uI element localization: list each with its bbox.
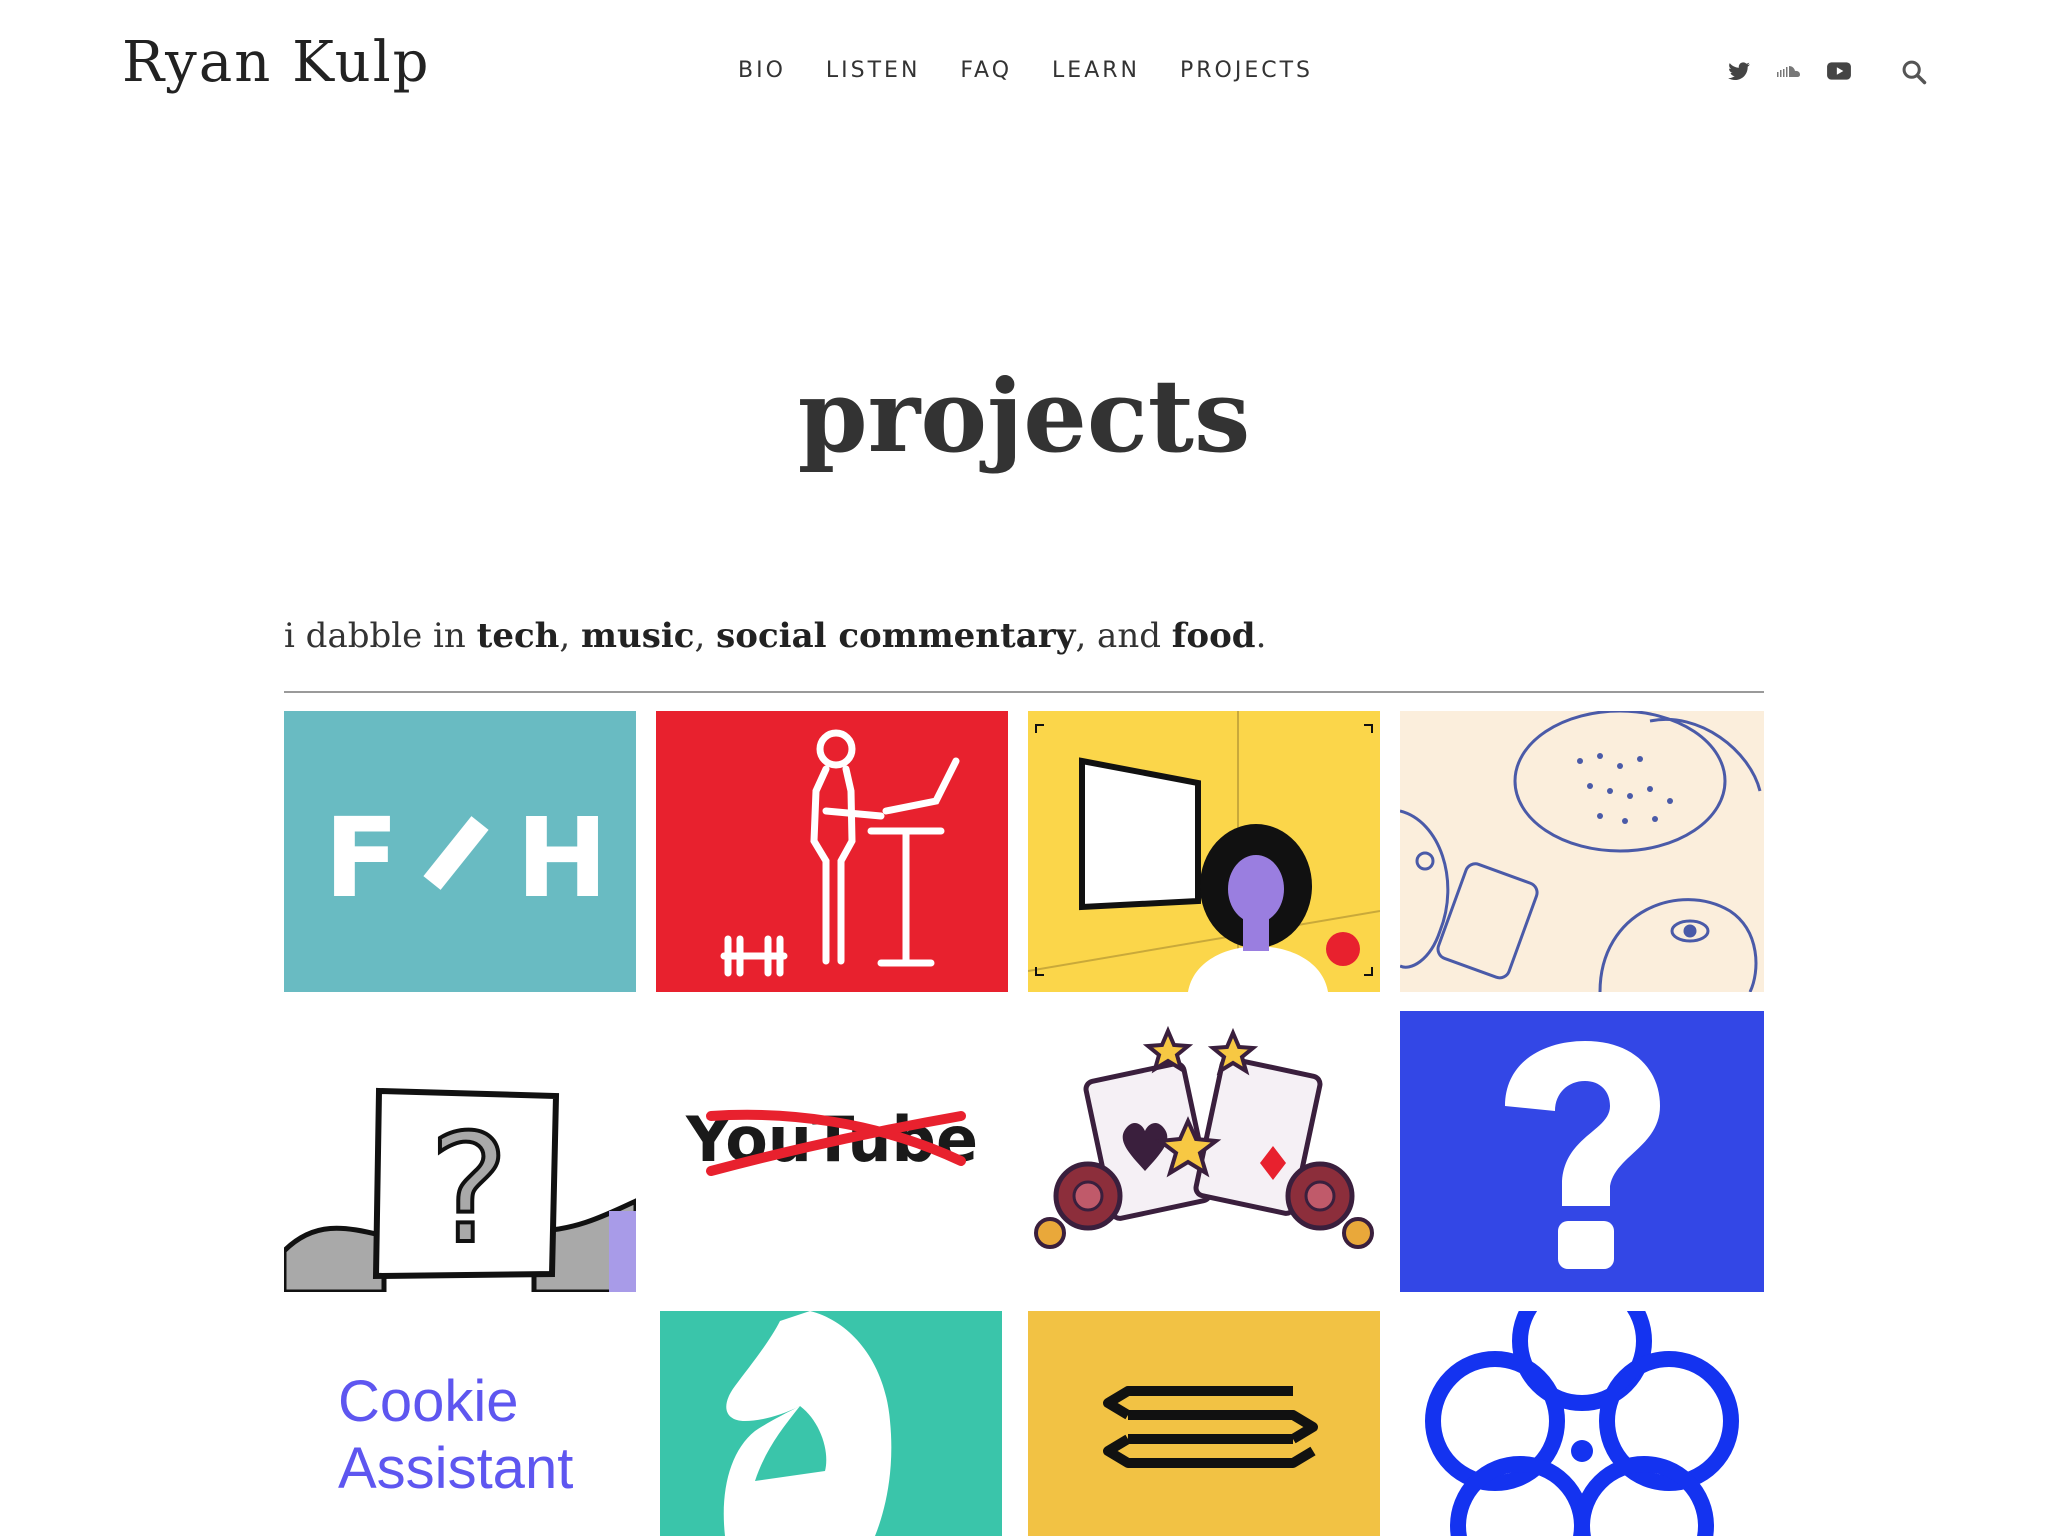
nav-item-faq[interactable]: FAQ: [960, 58, 1012, 83]
fh-logo-image: F H: [284, 711, 636, 992]
intro-suffix: .: [1255, 616, 1267, 656]
mystery-box-image: ?: [284, 1011, 636, 1292]
nav-item-listen[interactable]: LISTEN: [826, 58, 921, 83]
cookie-assistant-image: Cookie Assistant: [284, 1311, 636, 1536]
standing-desk-image: [656, 711, 1008, 992]
youtube-icon[interactable]: [1826, 58, 1852, 84]
twitter-icon[interactable]: [1726, 58, 1752, 84]
page-title: projects: [797, 357, 1251, 475]
blue-flower-image: [1400, 1311, 1764, 1536]
project-tile-illustration[interactable]: [1400, 711, 1764, 992]
project-tile-youtube[interactable]: YouTube: [656, 1011, 1008, 1292]
intro-item-food: food: [1171, 616, 1256, 656]
video-call-image: [1028, 711, 1380, 992]
project-tile-question-blue[interactable]: [1400, 1011, 1764, 1292]
intro-item-tech: tech: [476, 616, 560, 656]
intro-separator: ,: [559, 616, 582, 656]
intro-text: i dabble in tech, music, social commenta…: [284, 616, 1266, 656]
soundcloud-icon[interactable]: [1776, 58, 1802, 84]
youtube-crossed-image: YouTube: [656, 1011, 1008, 1292]
project-tile-cookie-assistant[interactable]: Cookie Assistant: [284, 1311, 636, 1536]
mustard-stripes-image: [1028, 1311, 1380, 1536]
project-tile-video-call[interactable]: [1028, 711, 1380, 992]
project-tile-standing-desk[interactable]: [656, 711, 1008, 992]
intro-separator: ,: [694, 616, 717, 656]
intro-prefix: i dabble in: [284, 616, 477, 656]
line-drawing-image: [1400, 711, 1764, 992]
project-tile-fh[interactable]: F H: [284, 711, 636, 992]
intro-item-music: music: [581, 616, 695, 656]
intro-separator: , and: [1075, 616, 1172, 656]
social-links: [1726, 58, 1852, 84]
cookie-line-2: Assistant: [338, 1436, 573, 1501]
intro-item-social-commentary: social commentary: [716, 616, 1076, 656]
project-tile-poker[interactable]: [1028, 1011, 1380, 1292]
question-mark-glyph: ?: [429, 1103, 509, 1277]
nav-item-bio[interactable]: BIO: [738, 58, 786, 83]
cookie-line-1: Cookie: [338, 1369, 519, 1434]
blue-question-image: [1400, 1011, 1764, 1292]
project-tile-mustard-logo[interactable]: [1028, 1311, 1380, 1536]
project-tile-chess-knight[interactable]: [660, 1311, 1002, 1536]
nav-item-learn[interactable]: LEARN: [1052, 58, 1140, 83]
site-header: Ryan Kulp BIO LISTEN FAQ LEARN PROJECTS: [0, 0, 2048, 150]
fh-letter-h: H: [516, 794, 608, 922]
chess-knight-image: [660, 1311, 1002, 1536]
fh-letter-f: F: [324, 794, 399, 922]
project-tile-flower[interactable]: [1400, 1311, 1764, 1536]
search-icon[interactable]: [1900, 58, 1928, 86]
main-nav: BIO LISTEN FAQ LEARN PROJECTS: [738, 58, 1353, 83]
project-tile-mystery-box[interactable]: ?: [284, 1011, 636, 1292]
poker-cards-image: [1028, 1011, 1380, 1292]
divider: [284, 691, 1764, 693]
site-title[interactable]: Ryan Kulp: [122, 30, 431, 95]
nav-item-projects[interactable]: PROJECTS: [1180, 58, 1313, 83]
